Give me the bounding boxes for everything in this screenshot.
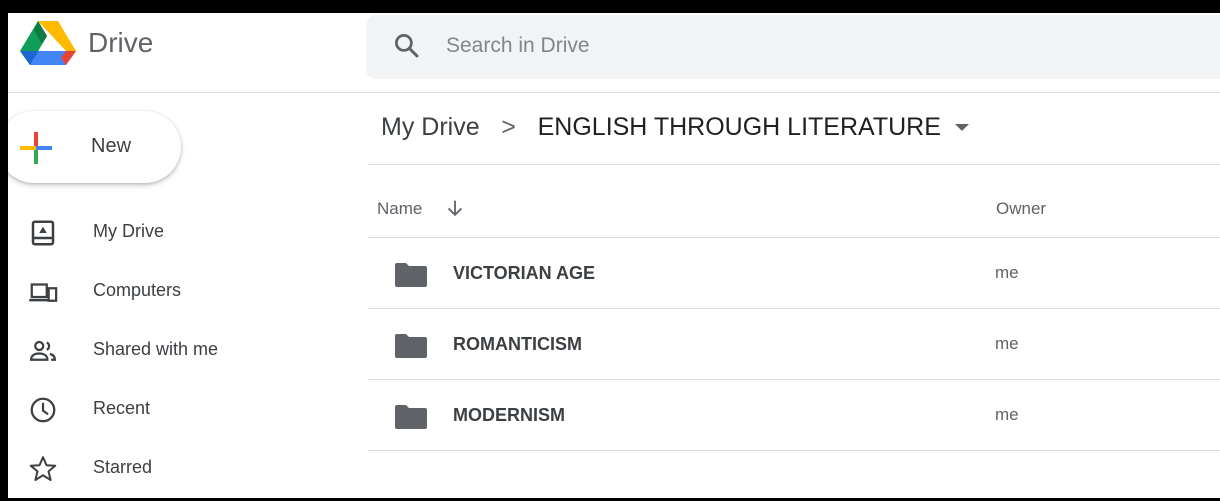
column-header-name[interactable]: Name [377, 199, 422, 219]
arrow-down-icon[interactable] [444, 197, 466, 219]
owner-cell: me [995, 334, 1019, 353]
drive-logo-icon[interactable] [20, 19, 76, 69]
table-bottom-divider [368, 450, 1220, 451]
breadcrumb-root[interactable]: My Drive [381, 113, 480, 141]
breadcrumb: My Drive > ENGLISH THROUGH LITERATURE [381, 113, 969, 149]
breadcrumb-separator: > [501, 113, 516, 141]
search-icon[interactable] [392, 31, 422, 61]
breadcrumb-current-folder[interactable]: ENGLISH THROUGH LITERATURE [538, 113, 941, 141]
new-button-label: New [91, 135, 132, 157]
new-button[interactable]: New [8, 111, 181, 183]
sidebar-item-shared-with-me[interactable]: Shared with me [8, 324, 348, 374]
owner-cell: me [995, 263, 1019, 282]
sidebar-item-label: My Drive [93, 221, 164, 241]
folder-icon [395, 405, 427, 429]
search-bar[interactable] [366, 15, 1220, 79]
folder-name: MODERNISM [453, 405, 565, 425]
sidebar-item-label: Recent [93, 398, 151, 418]
folder-name: ROMANTICISM [453, 334, 582, 354]
computers-icon [29, 283, 58, 302]
my-drive-icon [31, 220, 55, 246]
sidebar-item-computers[interactable]: Computers [8, 265, 348, 315]
owner-cell: me [995, 405, 1019, 424]
folder-icon [395, 263, 427, 287]
header: Drive [8, 13, 1220, 93]
sidebar-item-starred[interactable]: Starred [8, 442, 348, 492]
shared-icon [29, 340, 57, 361]
table-row[interactable]: MODERNISM me [368, 379, 1220, 450]
folder-icon [395, 334, 427, 358]
app-name: Drive [88, 27, 154, 58]
folder-name: VICTORIAN AGE [453, 263, 596, 283]
header-divider [8, 92, 1220, 93]
drive-window: Drive New My Drive [8, 13, 1220, 498]
search-input[interactable] [446, 31, 946, 61]
sidebar-item-my-drive[interactable]: My Drive [8, 206, 348, 256]
star-icon [29, 456, 57, 481]
breadcrumb-divider [368, 164, 1220, 165]
table-row[interactable]: VICTORIAN AGE me [368, 237, 1220, 308]
sidebar-item-label: Computers [93, 280, 182, 300]
caret-down-icon[interactable] [954, 124, 969, 132]
sidebar-item-recent[interactable]: Recent [8, 383, 348, 433]
sidebar-item-label: Starred [93, 457, 153, 477]
sidebar-item-label: Shared with me [93, 339, 219, 359]
clock-icon [30, 397, 56, 423]
column-header-owner[interactable]: Owner [996, 199, 1046, 219]
plus-icon [20, 132, 52, 164]
table-row[interactable]: ROMANTICISM me [368, 308, 1220, 379]
